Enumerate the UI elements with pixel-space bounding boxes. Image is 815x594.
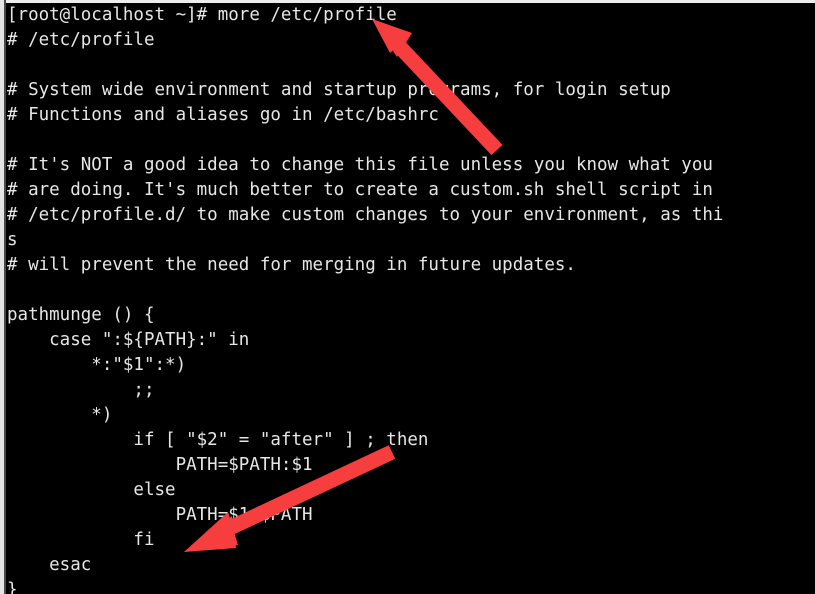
terminal-line-9-wrap: s (7, 230, 18, 250)
terminal-line-8: # /etc/profile.d/ to make custom changes… (7, 205, 724, 225)
terminal-line-5 (7, 128, 813, 153)
terminal-line-prompt: [root@localhost ~]# more /etc/profile (7, 5, 397, 25)
terminal-line-15: ;; (7, 380, 155, 400)
terminal-line-23: } (7, 580, 18, 594)
terminal-line-13: case ":${PATH}:" in (7, 330, 250, 350)
terminal-line-20: PATH=$1:$PATH (7, 505, 313, 525)
terminal-line-18: PATH=$PATH:$1 (7, 455, 313, 475)
terminal-line-16: *) (7, 405, 113, 425)
terminal-line-3: # System wide environment and startup pr… (7, 80, 671, 100)
terminal-line-22: esac (7, 555, 92, 575)
terminal-line-12: pathmunge () { (7, 305, 155, 325)
terminal-line-7: # are doing. It's much better to create … (7, 180, 713, 200)
terminal-line-2 (7, 53, 813, 78)
terminal-line-6: # It's NOT a good idea to change this fi… (7, 155, 713, 175)
terminal-output[interactable]: [root@localhost ~]# more /etc/profile # … (7, 3, 813, 594)
window-left-bezel-inner (4, 0, 6, 594)
window-top-bezel (0, 0, 815, 3)
terminal-line-21: fi (7, 530, 155, 550)
terminal-line-14: *:"$1":*) (7, 355, 187, 375)
terminal-line-4: # Functions and aliases go in /etc/bashr… (7, 105, 439, 125)
terminal-line-11 (7, 278, 813, 303)
terminal-window[interactable]: [root@localhost ~]# more /etc/profile # … (0, 0, 815, 594)
terminal-line-1: # /etc/profile (7, 30, 155, 50)
terminal-line-17: if [ "$2" = "after" ] ; then (7, 430, 429, 450)
terminal-line-19: else (7, 480, 176, 500)
terminal-line-10: # will prevent the need for merging in f… (7, 255, 576, 275)
